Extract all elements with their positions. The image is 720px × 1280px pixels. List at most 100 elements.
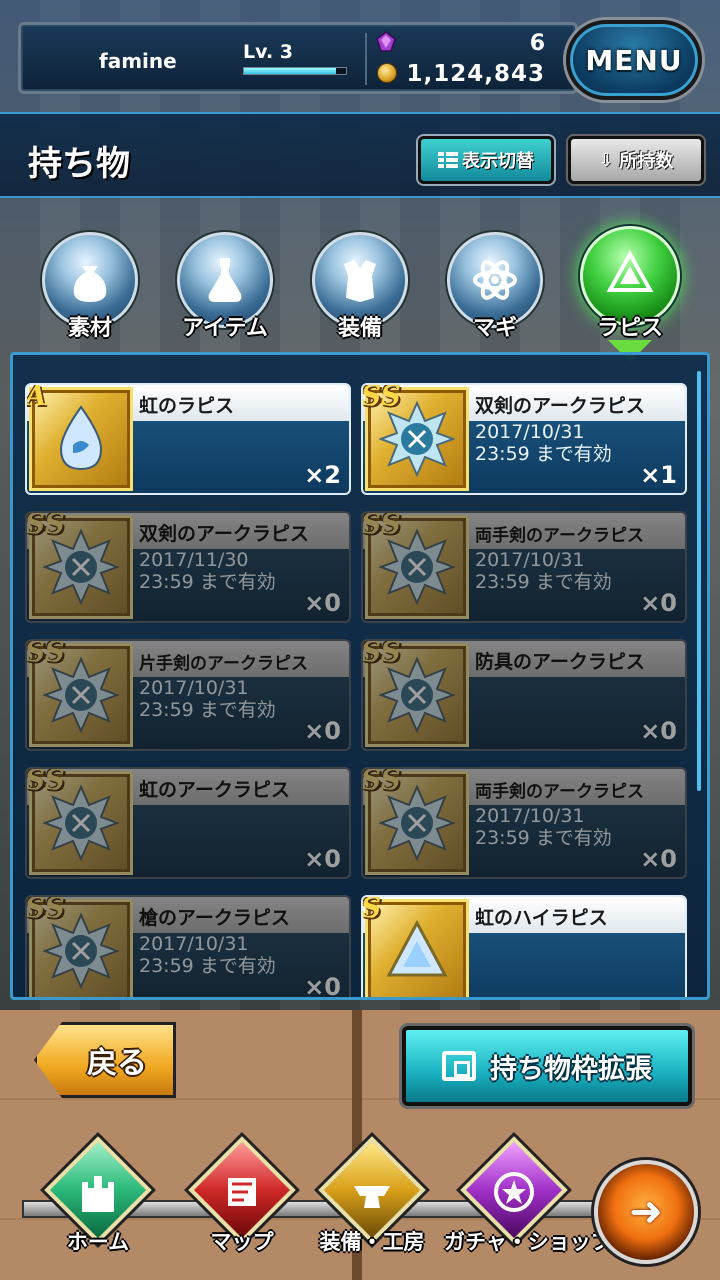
star-circle-icon (484, 1162, 544, 1222)
tab-label: マギ (472, 316, 517, 341)
nav-map[interactable]: マップ (182, 1136, 302, 1280)
item-quantity: ×0 (640, 589, 677, 617)
expand-inventory-button[interactable]: 持ち物枠拡張 (402, 1026, 692, 1106)
tab-equipment[interactable]: 装備 (312, 232, 408, 342)
map-icon (212, 1162, 272, 1222)
item-card[interactable]: SS 防具のアークラピス ×0 (361, 639, 687, 751)
item-quantity: ×0 (304, 589, 341, 617)
tab-label: 素材 (67, 316, 112, 341)
tab-materials[interactable]: 素材 (42, 232, 138, 342)
nav-gacha-shop[interactable]: ガチャ・ショップ (444, 1136, 612, 1280)
sun-lapis-icon (43, 657, 119, 733)
menu-button[interactable]: MENU (566, 20, 702, 100)
item-card[interactable]: SS 槍のアークラピス 2017/10/31 23:59 まで有効 ×0 (25, 895, 351, 1000)
item-expiry: 2017/10/31 23:59 まで有効 (475, 549, 612, 593)
item-card[interactable]: SS 片手剣のアークラピス 2017/10/31 23:59 まで有効 ×0 (25, 639, 351, 751)
nav-label: ホーム (66, 1230, 130, 1254)
sun-lapis-icon (43, 913, 119, 989)
rank-badge: SS (361, 767, 401, 796)
item-card[interactable]: SS 両手剣のアークラピス 2017/10/31 23:59 まで有効 ×0 (361, 767, 687, 879)
rank-badge: A (25, 383, 47, 412)
player-name: famine (99, 49, 177, 73)
item-name: 虹のハイラピス (475, 907, 608, 929)
item-expiry: 2017/10/31 23:59 まで有効 (475, 421, 612, 465)
bottom-navigation: ホーム マップ 装備・工房 ガチャ・ショップ ➜ (0, 1136, 720, 1280)
sun-lapis-icon (379, 785, 455, 861)
item-expiry: 2017/10/31 23:59 まで有効 (475, 805, 612, 849)
list-icon (438, 151, 458, 169)
item-name: 防具のアークラピス (475, 651, 645, 673)
item-name: 槍のアークラピス (139, 907, 290, 929)
item-card[interactable]: SS 双剣のアークラピス 2017/10/31 23:59 まで有効 ×1 (361, 383, 687, 495)
item-card[interactable]: SS 両手剣のアークラピス 2017/10/31 23:59 まで有効 ×0 (361, 511, 687, 623)
gem-count: 6 (529, 31, 545, 56)
nav-label: マップ (210, 1230, 274, 1254)
nav-home[interactable]: ホーム (38, 1136, 158, 1280)
item-expiry: 2017/10/31 23:59 まで有効 (139, 933, 276, 977)
rank-badge: SS (25, 895, 65, 924)
castle-icon (68, 1162, 128, 1222)
rank-badge: SS (361, 511, 401, 540)
armor-icon (344, 260, 376, 302)
sort-icon: ⇩ (598, 149, 614, 171)
item-expiry: 2017/10/31 23:59 まで有効 (139, 677, 276, 721)
category-tabs: 素材 アイテム 装備 マギ ラピス (0, 224, 720, 364)
teardrop-lapis-icon (59, 405, 103, 471)
anvil-icon (342, 1162, 402, 1222)
item-name: 虹のアークラピス (139, 779, 290, 801)
rank-badge: SS (361, 383, 401, 412)
rank-badge: SS (25, 767, 65, 796)
gem-icon (376, 31, 396, 52)
back-button[interactable]: 戻る (34, 1022, 176, 1098)
item-card[interactable]: SS 双剣のアークラピス 2017/11/30 23:59 まで有効 ×0 (25, 511, 351, 623)
item-quantity: ×0 (304, 717, 341, 745)
item-quantity: ×1 (640, 461, 677, 489)
item-card[interactable]: SS 虹のアークラピス ×0 (25, 767, 351, 879)
exp-bar-fill (244, 68, 336, 74)
expand-icon (442, 1051, 476, 1081)
tab-items[interactable]: アイテム (177, 232, 273, 342)
arrow-right-icon: ➜ (629, 1189, 663, 1235)
view-toggle-button[interactable]: 表示切替 (418, 136, 554, 184)
sort-button[interactable]: ⇩ 所持数 (568, 136, 704, 184)
sun-lapis-icon (43, 785, 119, 861)
sun-lapis-icon (43, 529, 119, 605)
item-quantity: ×0 (640, 717, 677, 745)
item-expiry: 2017/11/30 23:59 まで有効 (139, 549, 276, 593)
scrollbar[interactable] (697, 371, 701, 791)
rank-badge: SS (25, 639, 65, 668)
page-title: 持ち物 (28, 144, 130, 184)
item-name: 両手剣のアークラピス (475, 526, 644, 546)
page-header: 持ち物 表示切替 ⇩ 所持数 (0, 112, 720, 198)
inventory-panel[interactable]: A 虹のラピス ×2 SS 双剣のアークラピス 2017/10/31 23:59 まで有効… (10, 352, 710, 1000)
sun-lapis-icon (379, 657, 455, 733)
item-quantity: ×2 (304, 461, 341, 489)
nav-label: ガチャ・ショップ (444, 1230, 612, 1254)
tab-label: ラピス (596, 316, 663, 341)
item-name: 虹のラピス (139, 395, 235, 417)
item-quantity: ×0 (304, 973, 341, 1000)
lapis-icon (606, 250, 654, 292)
player-status-bar: famine Lv. 3 6 1,124,843 (18, 22, 578, 94)
tab-lapis[interactable]: ラピス (580, 226, 680, 362)
rank-badge: SS (361, 639, 401, 668)
item-name: 両手剣のアークラピス (475, 782, 644, 802)
item-name: 双剣のアークラピス (475, 395, 645, 417)
item-card[interactable]: S 虹のハイラピス (361, 895, 687, 997)
coin-icon (377, 63, 397, 83)
exp-bar (243, 67, 347, 75)
expand-inventory-label: 持ち物枠拡張 (490, 1053, 652, 1085)
item-card[interactable]: A 虹のラピス ×2 (25, 383, 351, 495)
sun-lapis-icon (379, 401, 455, 477)
sun-lapis-icon (379, 529, 455, 605)
nav-equipment-workshop[interactable]: 装備・工房 (312, 1136, 432, 1280)
back-button-label: 戻る (87, 1046, 147, 1081)
gold-count: 1,124,843 (406, 61, 545, 87)
nav-next-button[interactable]: ➜ (594, 1160, 698, 1264)
divider (365, 33, 367, 85)
item-quantity: ×0 (640, 845, 677, 873)
player-level: Lv. 3 (243, 41, 293, 63)
item-quantity: ×0 (304, 845, 341, 873)
tab-magi[interactable]: マギ (447, 232, 543, 342)
menu-button-label: MENU (585, 43, 683, 77)
